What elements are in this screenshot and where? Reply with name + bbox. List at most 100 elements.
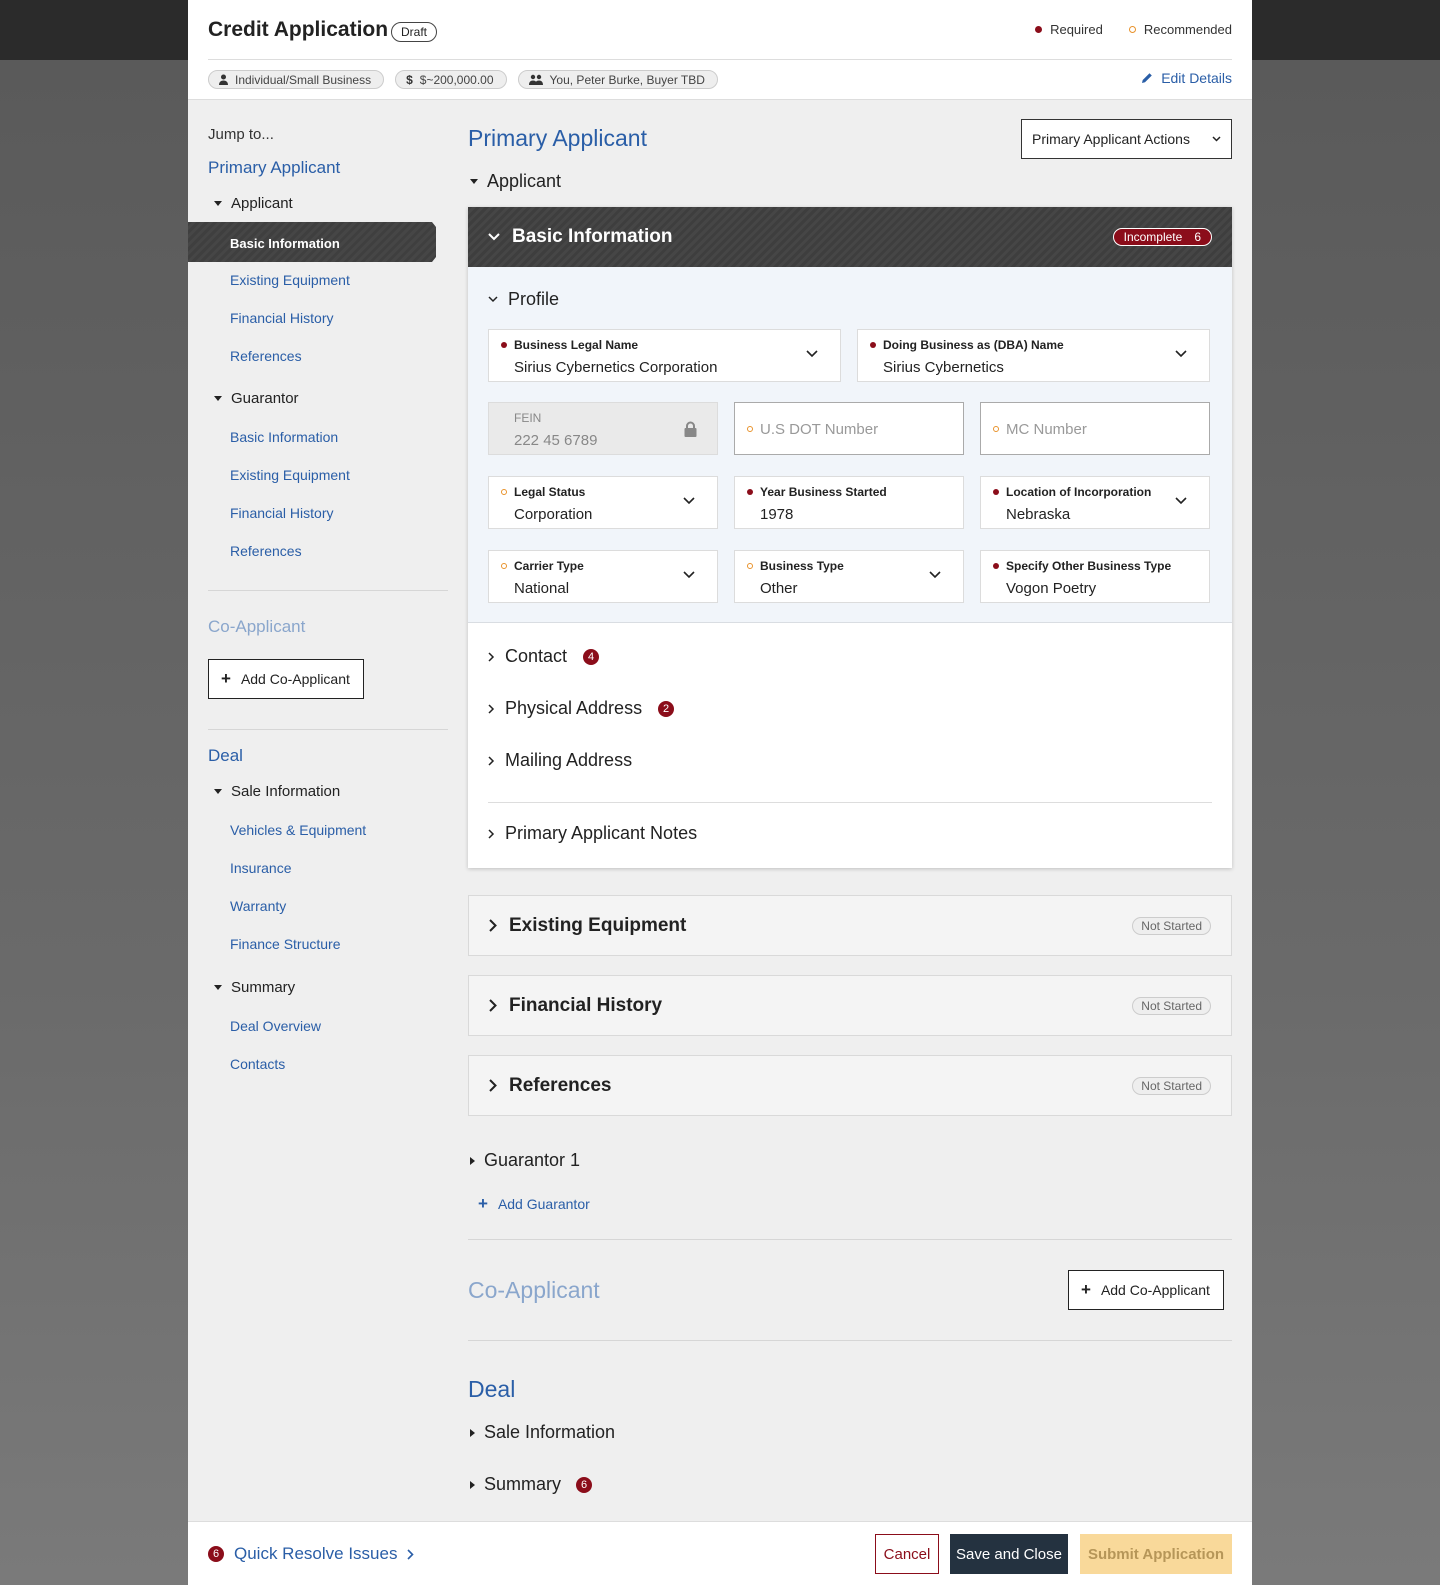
sidebar-item-guarantor-existing-equipment[interactable]: Existing Equipment xyxy=(230,467,350,483)
sidebar-item-warranty[interactable]: Warranty xyxy=(230,898,286,914)
issue-count-badge: 6 xyxy=(576,1476,593,1493)
sidebar-item-guarantor-financial-history[interactable]: Financial History xyxy=(230,505,333,521)
section-title-co-applicant: Co-Applicant xyxy=(468,1277,600,1303)
chevron-down-icon xyxy=(1175,350,1187,358)
person-icon xyxy=(219,74,228,85)
plus-icon: + xyxy=(1081,1280,1091,1299)
add-guarantor-link[interactable]: + Add Guarantor xyxy=(478,1194,590,1214)
chevron-right-icon xyxy=(488,755,495,766)
caret-down-icon xyxy=(470,179,478,184)
sidebar-item-guarantor-basic-information[interactable]: Basic Information xyxy=(230,429,338,445)
required-dot-icon xyxy=(993,489,999,495)
status-badge: Not Started xyxy=(1132,996,1211,1015)
legend: Required Recommended xyxy=(1035,22,1232,37)
dba-name-field[interactable]: Doing Business as (DBA) Name Sirius Cyber… xyxy=(857,329,1210,382)
chevron-right-icon xyxy=(407,1548,415,1560)
applicant-toggle[interactable]: Applicant xyxy=(470,171,561,192)
divider xyxy=(488,802,1212,803)
sidebar-primary-applicant[interactable]: Primary Applicant xyxy=(208,158,340,178)
financial-history-section[interactable]: Financial History Not Started xyxy=(468,975,1232,1036)
incomplete-badge: Incomplete 6 xyxy=(1112,228,1212,246)
chevron-down-icon xyxy=(806,350,818,358)
divider xyxy=(208,729,448,730)
required-dot-icon xyxy=(501,342,507,348)
submit-application-button[interactable]: Submit Application xyxy=(1080,1534,1232,1574)
recommended-dot-icon xyxy=(501,489,507,495)
chevron-right-icon xyxy=(488,651,495,662)
references-section[interactable]: References Not Started xyxy=(468,1055,1232,1116)
chevron-right-icon xyxy=(488,703,495,714)
recommended-dot-icon xyxy=(501,563,507,569)
sidebar-item-guarantor-references[interactable]: References xyxy=(230,543,302,559)
sidebar-group-guarantor[interactable]: Guarantor xyxy=(214,390,299,407)
quick-resolve-issues-link[interactable]: 6 Quick Resolve Issues xyxy=(208,1544,415,1564)
status-badge: Not Started xyxy=(1132,916,1211,935)
chevron-down-icon xyxy=(488,233,500,241)
chip-people: You, Peter Burke, Buyer TBD xyxy=(517,70,718,89)
sidebar-item-references[interactable]: References xyxy=(230,348,302,364)
location-of-incorporation-select[interactable]: Location of Incorporation Nebraska xyxy=(980,476,1210,529)
sidebar-item-insurance[interactable]: Insurance xyxy=(230,860,291,876)
legend-required: Required xyxy=(1035,22,1103,37)
physical-address-toggle[interactable]: Physical Address 2 xyxy=(488,698,675,719)
sidebar-item-vehicles-equipment[interactable]: Vehicles & Equipment xyxy=(230,822,366,838)
edit-details-link[interactable]: Edit Details xyxy=(1141,70,1232,86)
footer-bar: 6 Quick Resolve Issues Cancel Save and Cl… xyxy=(188,1521,1252,1585)
sidebar-item-basic-information-active[interactable]: Basic Information xyxy=(188,222,436,262)
us-dot-number-input[interactable]: U.S DOT Number xyxy=(734,402,964,455)
basic-information-card: Basic Information Incomplete 6 Profile Bu… xyxy=(468,207,1232,868)
issue-count-badge: 6 xyxy=(208,1546,224,1562)
year-business-started-field[interactable]: Year Business Started 1978 xyxy=(734,476,964,529)
fein-field: FEIN 222 45 6789 xyxy=(488,402,718,455)
chip-amount: $ $~200,000.00 xyxy=(395,70,507,89)
sidebar-group-summary[interactable]: Summary xyxy=(214,979,295,996)
chevron-down-icon xyxy=(929,571,941,579)
caret-down-icon xyxy=(214,985,222,990)
sidebar-group-applicant[interactable]: Applicant xyxy=(214,195,293,212)
chevron-right-icon xyxy=(489,1079,497,1092)
primary-applicant-actions-dropdown[interactable]: Primary Applicant Actions xyxy=(1021,119,1232,159)
required-dot-icon xyxy=(1035,26,1043,33)
divider xyxy=(208,59,1232,60)
mc-number-input[interactable]: MC Number xyxy=(980,402,1210,455)
business-type-select[interactable]: Business Type Other xyxy=(734,550,964,603)
sidebar-item-contacts[interactable]: Contacts xyxy=(230,1056,285,1072)
contact-toggle[interactable]: Contact 4 xyxy=(488,646,600,667)
mailing-address-toggle[interactable]: Mailing Address xyxy=(488,750,632,771)
divider xyxy=(208,590,448,591)
cancel-button[interactable]: Cancel xyxy=(875,1534,939,1574)
divider xyxy=(468,1239,1232,1240)
recommended-dot-icon xyxy=(747,563,753,569)
legal-status-select[interactable]: Legal Status Corporation xyxy=(488,476,718,529)
primary-applicant-notes-toggle[interactable]: Primary Applicant Notes xyxy=(488,823,697,844)
sale-information-toggle[interactable]: Sale Information xyxy=(470,1422,615,1443)
sidebar-item-finance-structure[interactable]: Finance Structure xyxy=(230,936,341,952)
sidebar-add-co-applicant-button[interactable]: + Add Co-Applicant xyxy=(208,659,364,699)
save-and-close-button[interactable]: Save and Close xyxy=(950,1534,1068,1574)
caret-down-icon xyxy=(214,789,222,794)
section-title-primary-applicant: Primary Applicant xyxy=(468,125,647,151)
summary-chips: Individual/Small Business $ $~200,000.00 … xyxy=(208,70,718,89)
sidebar-deal[interactable]: Deal xyxy=(208,746,243,766)
guarantor-1-toggle[interactable]: Guarantor 1 xyxy=(470,1150,580,1171)
chevron-down-icon xyxy=(1175,497,1187,505)
sidebar-item-existing-equipment[interactable]: Existing Equipment xyxy=(230,272,350,288)
sidebar-group-sale-information[interactable]: Sale Information xyxy=(214,783,340,800)
business-legal-name-field[interactable]: Business Legal Name Sirius Cybernetics Co… xyxy=(488,329,841,382)
summary-toggle[interactable]: Summary 6 xyxy=(470,1474,593,1495)
sidebar-item-financial-history[interactable]: Financial History xyxy=(230,310,333,326)
sidebar-co-applicant[interactable]: Co-Applicant xyxy=(208,617,305,637)
carrier-type-select[interactable]: Carrier Type National xyxy=(488,550,718,603)
section-title-deal: Deal xyxy=(468,1376,516,1402)
specify-other-business-type-field[interactable]: Specify Other Business Type Vogon Poetry xyxy=(980,550,1210,603)
recommended-dot-icon xyxy=(993,426,999,432)
profile-toggle[interactable]: Profile xyxy=(488,289,559,310)
basic-information-header[interactable]: Basic Information Incomplete 6 xyxy=(468,207,1232,267)
sidebar-item-deal-overview[interactable]: Deal Overview xyxy=(230,1018,321,1034)
existing-equipment-section[interactable]: Existing Equipment Not Started xyxy=(468,895,1232,956)
recommended-dot-icon xyxy=(1128,26,1136,33)
recommended-dot-icon xyxy=(747,426,753,432)
page-title: Credit Application xyxy=(208,18,389,41)
jump-to-label: Jump to... xyxy=(208,126,274,143)
add-co-applicant-button[interactable]: + Add Co-Applicant xyxy=(1068,1270,1224,1310)
